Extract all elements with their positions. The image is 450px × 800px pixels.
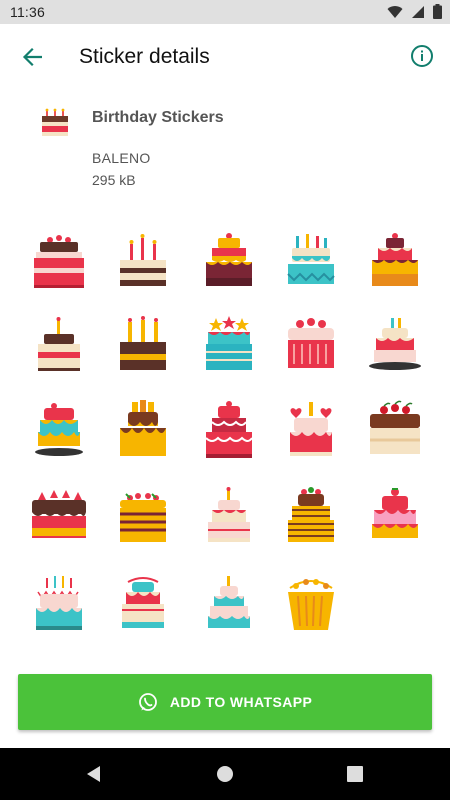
pack-tray-icon	[42, 108, 68, 136]
status-bar: 11:36	[0, 0, 450, 24]
nav-back-icon[interactable]	[84, 764, 104, 784]
sticker-19[interactable]	[280, 486, 342, 548]
sticker-21[interactable]	[28, 574, 90, 636]
sticker-1[interactable]	[28, 230, 90, 292]
sticker-8[interactable]	[198, 314, 260, 376]
back-button[interactable]	[16, 41, 48, 73]
sticker-17[interactable]	[112, 486, 174, 548]
cellular-icon	[412, 5, 424, 18]
sticker-16[interactable]	[28, 486, 90, 548]
sticker-15[interactable]	[364, 400, 426, 462]
page-title: Sticker details	[79, 45, 210, 68]
add-to-whatsapp-label: ADD TO WHATSAPP	[169, 694, 313, 710]
battery-icon	[433, 4, 442, 19]
wifi-icon	[387, 5, 403, 18]
sticker-3[interactable]	[198, 230, 260, 292]
sticker-5[interactable]	[364, 230, 426, 292]
pack-size: 295 kB	[92, 172, 136, 188]
sticker-2[interactable]	[112, 230, 174, 292]
sticker-24[interactable]	[280, 574, 342, 636]
sticker-18[interactable]	[198, 486, 260, 548]
arrow-back-icon	[22, 47, 42, 67]
sticker-10[interactable]	[364, 314, 426, 376]
sticker-6[interactable]	[28, 314, 90, 376]
app-bar: Sticker details	[0, 24, 450, 90]
sticker-14[interactable]	[280, 400, 342, 462]
info-icon	[411, 45, 433, 67]
sticker-13[interactable]	[198, 400, 260, 462]
pack-name: Birthday Stickers	[92, 109, 224, 126]
sticker-12[interactable]	[112, 400, 174, 462]
status-icons	[387, 4, 442, 19]
sticker-7[interactable]	[112, 314, 174, 376]
whatsapp-icon	[138, 693, 157, 711]
nav-recents-icon[interactable]	[345, 764, 365, 784]
pack-publisher: BALENO	[92, 150, 151, 166]
add-to-whatsapp-button[interactable]: ADD TO WHATSAPP	[18, 674, 432, 730]
status-time: 11:36	[10, 4, 45, 20]
pack-header: Birthday Stickers BALENO 295 kB	[0, 96, 450, 206]
sticker-20[interactable]	[364, 486, 426, 548]
sticker-4[interactable]	[280, 230, 342, 292]
navigation-bar	[0, 748, 450, 800]
sticker-22[interactable]	[112, 574, 174, 636]
info-button[interactable]	[410, 44, 436, 70]
sticker-11[interactable]	[28, 400, 90, 462]
sticker-9[interactable]	[280, 314, 342, 376]
nav-home-icon[interactable]	[215, 764, 235, 784]
sticker-23[interactable]	[198, 574, 260, 636]
